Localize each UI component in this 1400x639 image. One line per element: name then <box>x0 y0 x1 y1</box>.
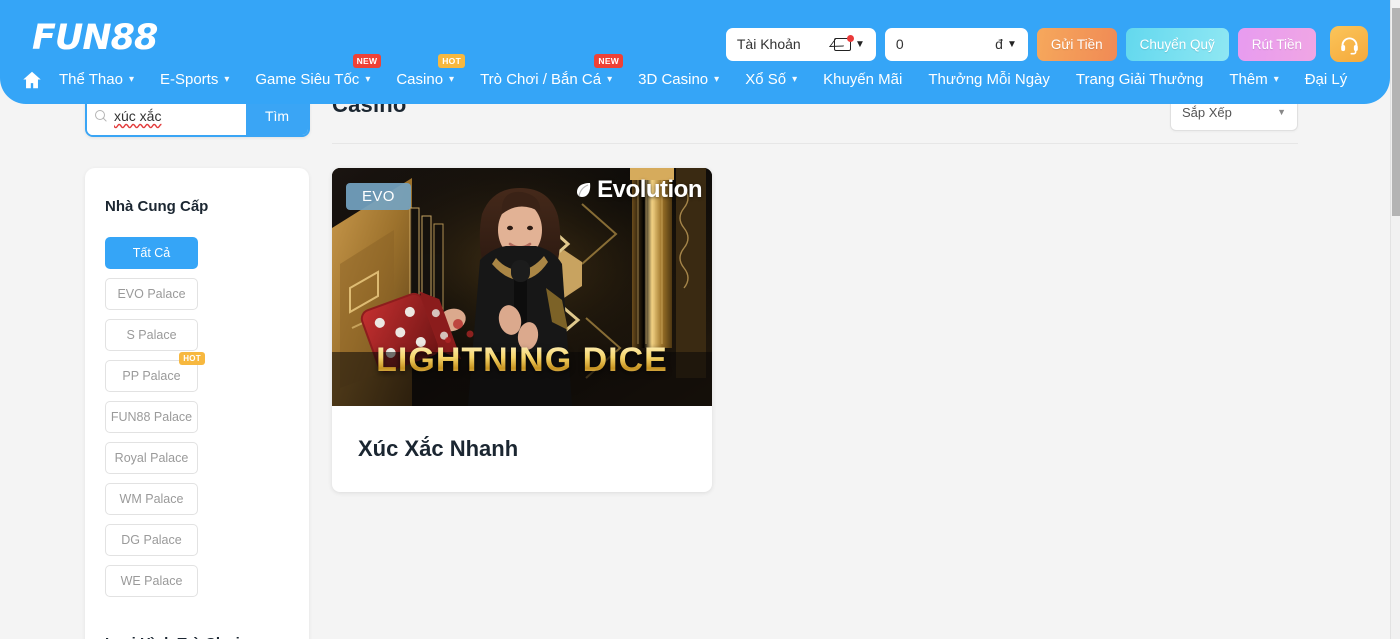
provider-chip-s-palace[interactable]: S Palace <box>105 319 198 351</box>
main-navigation: Thể Thao ▾ E-Sports ▾ NEW Game Siêu Tốc … <box>20 67 1374 92</box>
header-account-bar: Tài Khoản ▼ 0 đ ▼ Gửi Tiền Chuyển Quỹ Rú… <box>726 26 1368 62</box>
page-scrollbar[interactable] <box>1390 0 1400 639</box>
notification-dot <box>847 35 854 42</box>
nav-label: Trò Chơi / Bắn Cá <box>480 71 601 88</box>
evolution-brand-text: Evolution <box>597 176 702 204</box>
filter-heading-providers: Nhà Cung Cấp <box>105 198 289 215</box>
provider-chip-pp-palace[interactable]: PP Palace HOT <box>105 360 198 392</box>
new-badge: NEW <box>594 54 623 68</box>
provider-badge: EVO <box>346 183 411 210</box>
sort-dropdown-label: Sắp Xếp <box>1182 105 1232 120</box>
nav-label: 3D Casino <box>638 71 708 88</box>
chip-label: DG Palace <box>121 533 181 547</box>
chip-label: Royal Palace <box>115 451 189 465</box>
transfer-funds-button[interactable]: Chuyển Quỹ <box>1126 28 1229 61</box>
nav-item-game-sieu-toc[interactable]: NEW Game Siêu Tốc ▾ <box>242 67 383 92</box>
nav-label: Xổ Số <box>745 71 786 88</box>
withdraw-button[interactable]: Rút Tiền <box>1238 28 1316 61</box>
nav-label: Game Siêu Tốc <box>255 71 359 88</box>
nav-item-thuong-moi-ngay[interactable]: Thưởng Mỗi Ngày <box>915 67 1063 92</box>
nav-item-xo-so[interactable]: Xổ Số ▾ <box>732 67 810 92</box>
chevron-down-icon: ▼ <box>1277 107 1286 117</box>
filter-section-providers: Nhà Cung Cấp Tất Cả EVO Palace S Palace … <box>105 198 289 597</box>
game-results-grid: EVO Evolution LIGHTNING DICE Xúc Xắc Nha… <box>332 168 712 492</box>
nav-label: Thưởng Mỗi Ngày <box>928 71 1050 88</box>
nav-item-casino[interactable]: HOT Casino ▾ <box>383 67 467 92</box>
nav-item-khuyen-mai[interactable]: Khuyến Mãi <box>810 67 915 92</box>
account-dropdown[interactable]: Tài Khoản ▼ <box>726 28 876 61</box>
chevron-down-icon: ▾ <box>607 74 612 85</box>
provider-chip-we-palace[interactable]: WE Palace <box>105 565 198 597</box>
nav-item-them[interactable]: Thêm ▾ <box>1216 67 1291 92</box>
section-spacer <box>105 597 289 635</box>
nav-item-trang-giai-thuong[interactable]: Trang Giải Thưởng <box>1063 67 1216 92</box>
scrollbar-thumb[interactable] <box>1392 8 1400 216</box>
chip-label: Tất Cả <box>133 246 171 260</box>
content-divider <box>332 143 1298 144</box>
nav-label: Khuyến Mãi <box>823 71 902 88</box>
chevron-down-icon: ▾ <box>714 74 719 85</box>
chip-label: S Palace <box>126 328 176 342</box>
deposit-button[interactable]: Gửi Tiền <box>1037 28 1117 61</box>
nav-label: Casino <box>396 71 443 88</box>
mail-icon[interactable] <box>834 38 851 51</box>
evolution-brand-logo: Evolution <box>574 176 702 204</box>
provider-chip-evo-palace[interactable]: EVO Palace <box>105 278 198 310</box>
nav-item-tro-choi-ban-ca[interactable]: NEW Trò Chơi / Bắn Cá ▾ <box>467 67 625 92</box>
chevron-down-icon: ▾ <box>449 74 454 85</box>
chevron-down-icon: ▼ <box>855 39 865 50</box>
provider-chip-fun88-palace[interactable]: FUN88 Palace <box>105 401 198 433</box>
home-icon[interactable] <box>20 69 44 91</box>
search-input-value: xúc xắc <box>114 108 161 124</box>
nav-item-dai-ly[interactable]: Đại Lý <box>1292 67 1361 92</box>
chevron-down-icon: ▾ <box>129 74 134 85</box>
nav-item-3d-casino[interactable]: 3D Casino ▾ <box>625 67 732 92</box>
evolution-leaf-icon <box>574 180 594 200</box>
chevron-down-icon: ▾ <box>365 74 370 85</box>
chip-label: WM Palace <box>120 492 184 506</box>
game-card-body: Xúc Xắc Nhanh <box>332 406 712 492</box>
chevron-down-icon: ▾ <box>792 74 797 85</box>
nav-label: Đại Lý <box>1305 71 1348 88</box>
balance-dropdown[interactable]: 0 đ ▼ <box>885 28 1028 61</box>
chip-label: PP Palace <box>122 369 180 383</box>
filter-section-game-types: Loại Hình Trò Chơi Tất Cả Baccarat Sic B… <box>105 635 289 639</box>
provider-chip-wm-palace[interactable]: WM Palace <box>105 483 198 515</box>
provider-chip-royal-palace[interactable]: Royal Palace <box>105 442 198 474</box>
site-logo[interactable]: FUN88 <box>32 18 157 58</box>
chevron-down-icon: ▼ <box>1007 39 1017 50</box>
headset-icon <box>1339 34 1360 55</box>
filter-sidebar: Nhà Cung Cấp Tất Cả EVO Palace S Palace … <box>85 168 309 639</box>
chevron-down-icon: ▾ <box>224 74 229 85</box>
chip-label: FUN88 Palace <box>111 410 192 424</box>
search-icon <box>95 110 108 123</box>
chip-label: EVO Palace <box>117 287 185 301</box>
game-title: Xúc Xắc Nhanh <box>358 436 518 462</box>
account-icons: ▼ <box>834 38 865 51</box>
filter-heading-game-types: Loại Hình Trò Chơi <box>105 635 289 639</box>
account-label: Tài Khoản <box>737 36 801 52</box>
game-thumbnail: EVO Evolution LIGHTNING DICE <box>332 168 712 406</box>
chevron-down-icon: ▾ <box>1274 74 1279 85</box>
nav-label: Thêm <box>1229 71 1267 88</box>
game-card[interactable]: EVO Evolution LIGHTNING DICE Xúc Xắc Nha… <box>332 168 712 492</box>
nav-item-the-thao[interactable]: Thể Thao ▾ <box>46 67 147 92</box>
provider-chip-dg-palace[interactable]: DG Palace <box>105 524 198 556</box>
nav-label: Trang Giải Thưởng <box>1076 71 1203 88</box>
game-banner-text: LIGHTNING DICE <box>376 341 668 380</box>
nav-label: E-Sports <box>160 71 218 88</box>
balance-value: 0 <box>896 36 904 52</box>
currency-symbol: đ <box>995 36 1003 52</box>
nav-item-e-sports[interactable]: E-Sports ▾ <box>147 67 242 92</box>
new-badge: NEW <box>353 54 382 68</box>
hot-badge: HOT <box>179 352 205 365</box>
nav-label: Thể Thao <box>59 71 123 88</box>
balance-right: đ ▼ <box>995 36 1017 52</box>
support-button[interactable] <box>1330 26 1368 62</box>
provider-chip-grid: Tất Cả EVO Palace S Palace PP Palace HOT… <box>105 237 289 597</box>
hot-badge: HOT <box>438 54 465 68</box>
provider-chip-tat-ca[interactable]: Tất Cả <box>105 237 198 269</box>
site-header: FUN88 Tài Khoản ▼ 0 đ ▼ Gửi Tiền Chuyển … <box>0 0 1390 104</box>
chip-label: WE Palace <box>121 574 183 588</box>
